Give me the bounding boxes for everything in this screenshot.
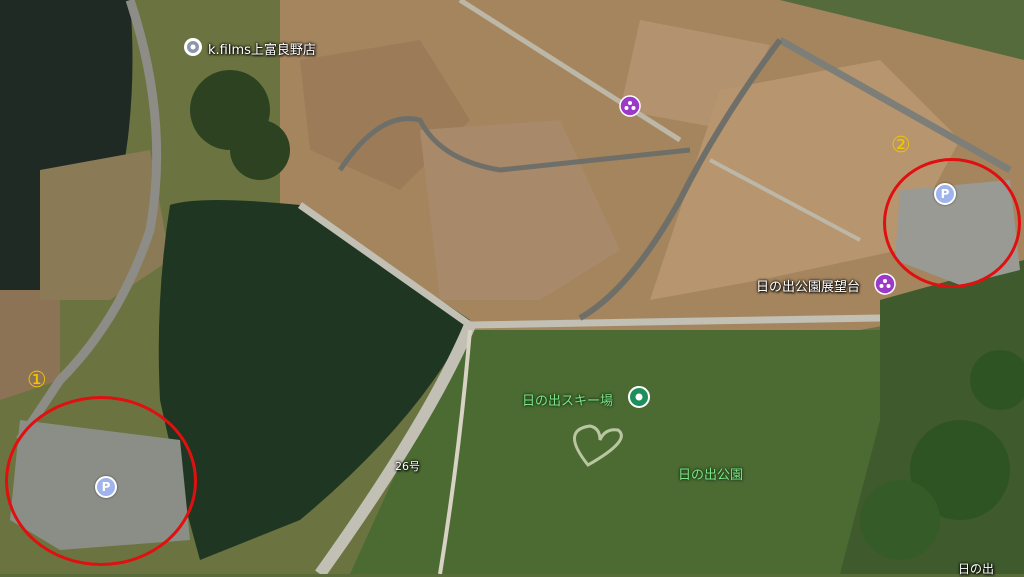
- route-label: 26号: [395, 460, 420, 473]
- marker-1: ①: [27, 368, 47, 393]
- place-label-bottom-right: 日の出: [958, 562, 995, 576]
- parking-highlight-circle: [5, 396, 197, 566]
- marker-2: ②: [891, 133, 911, 158]
- place-label-park[interactable]: 日の出公園: [678, 464, 743, 483]
- location-pin-icon[interactable]: [182, 36, 204, 58]
- parking-highlight-circle: [883, 158, 1021, 288]
- place-label-observatory[interactable]: 日の出公園展望台: [756, 276, 860, 295]
- place-label-kfilms[interactable]: k.films上富良野店: [208, 39, 316, 58]
- viewpoint-icon[interactable]: [874, 273, 896, 295]
- place-label-ski[interactable]: 日の出スキー場: [522, 390, 613, 409]
- viewpoint-icon[interactable]: [619, 95, 641, 117]
- ski-pin-icon[interactable]: [628, 386, 650, 408]
